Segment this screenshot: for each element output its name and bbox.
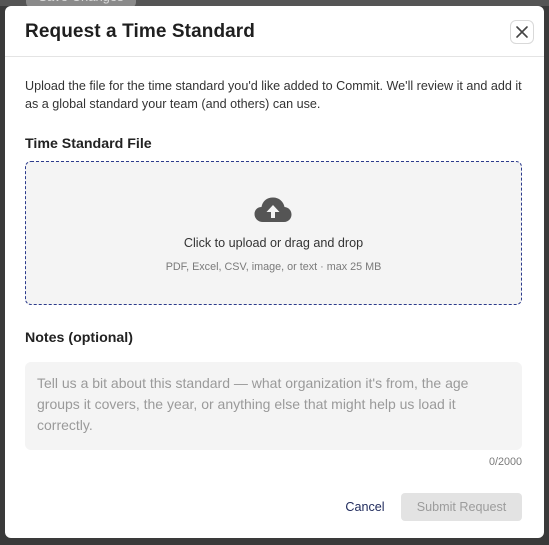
dialog-header: Request a Time Standard <box>5 6 544 57</box>
dialog-description: Upload the file for the time standard yo… <box>25 79 522 111</box>
close-icon <box>516 26 528 38</box>
request-time-standard-dialog: Request a Time Standard Upload the file … <box>5 6 544 538</box>
file-field-label: Time Standard File <box>25 136 152 152</box>
notes-textarea[interactable] <box>25 362 522 450</box>
dropzone-primary-text: Click to upload or drag and drop <box>183 236 364 250</box>
submit-request-button[interactable]: Submit Request <box>401 493 522 521</box>
dialog-title: Request a Time Standard <box>25 21 256 42</box>
notes-field-label: Notes (optional) <box>25 330 133 346</box>
character-counter: 0/2000 <box>488 456 522 468</box>
dropzone-hint-text: PDF, Excel, CSV, image, or text · max 25… <box>165 261 382 273</box>
close-button[interactable] <box>510 20 534 44</box>
file-dropzone[interactable]: Click to upload or drag and drop PDF, Ex… <box>25 161 522 305</box>
cloud-upload-icon <box>254 197 292 222</box>
cancel-button[interactable]: Cancel <box>339 494 391 520</box>
